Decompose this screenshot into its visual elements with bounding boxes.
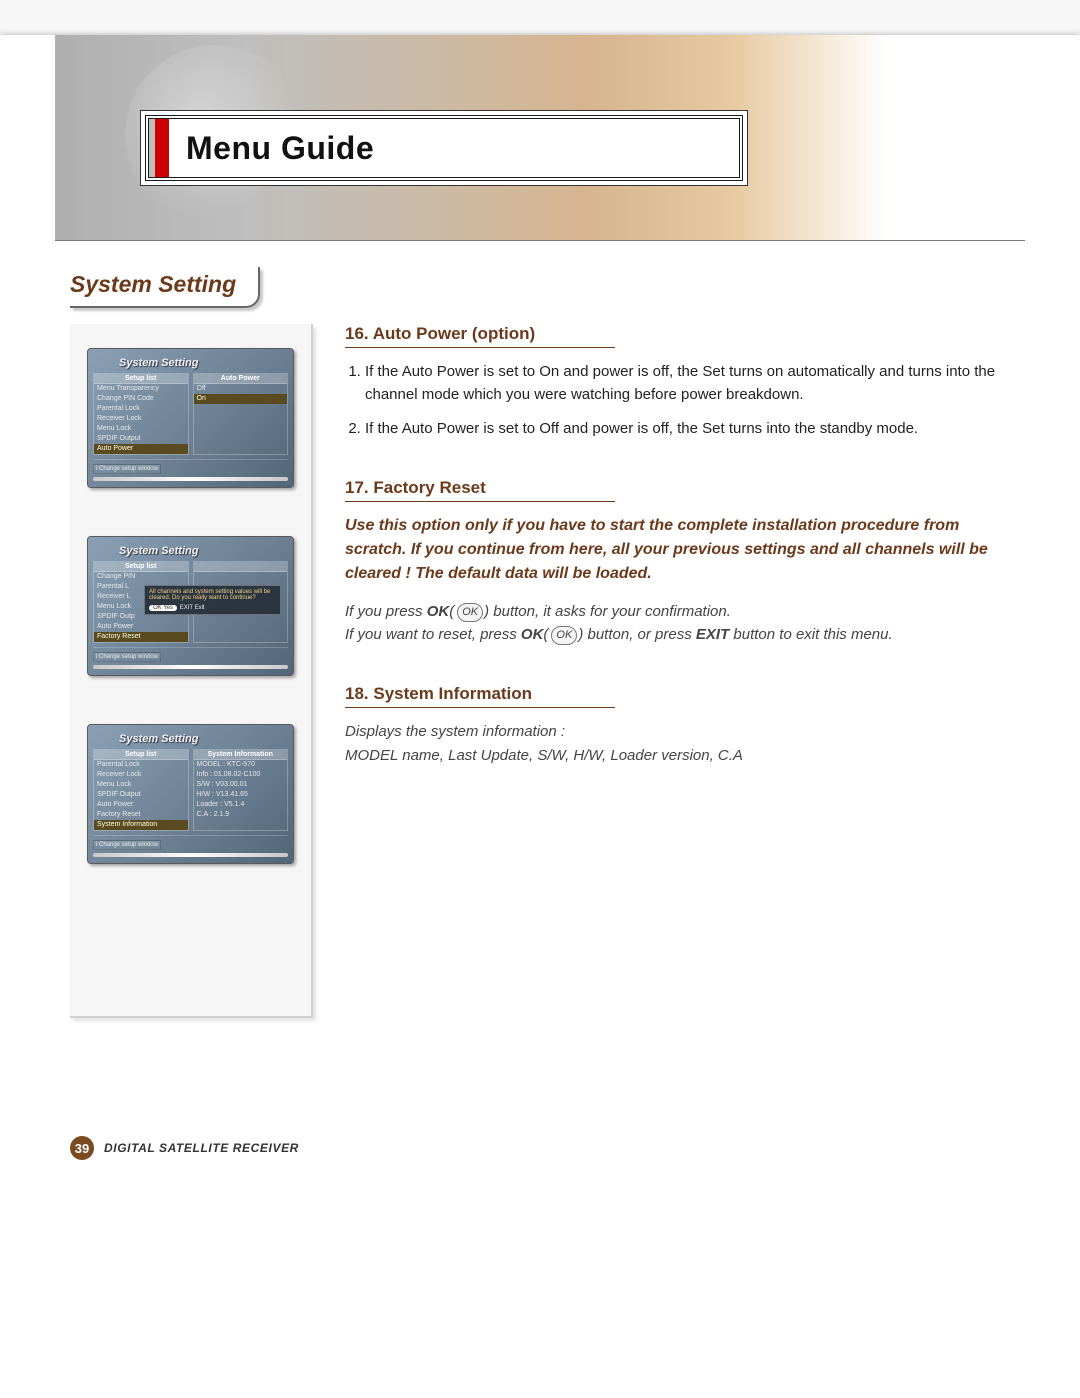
setup-list: Parental Lock Receiver Lock Menu Lock SP…: [94, 760, 188, 830]
confirm-dialog: All channels and system setting values w…: [144, 585, 281, 615]
topic-heading: 16. Auto Power (option): [345, 324, 615, 348]
footer-label: DIGITAL SATELLITE RECEIVER: [104, 1141, 299, 1155]
warning-text: Use this option only if you have to star…: [345, 514, 1010, 586]
text-column: 16. Auto Power (option) If the Auto Powe…: [345, 324, 1010, 805]
exit-pill: EXIT Exit: [180, 605, 205, 611]
content-area: System Setting System Setting Setup list…: [0, 241, 1080, 1058]
list-item: If the Auto Power is set to Off and powe…: [365, 417, 1010, 440]
chapter-title-box: Menu Guide: [145, 115, 743, 181]
section-heading: System Setting: [70, 267, 260, 308]
screenshot-autopower: System Setting Setup list Menu Transpare…: [87, 348, 294, 488]
top-banner: Menu Guide: [55, 35, 1025, 241]
ok-pill: OK Yes: [149, 605, 177, 611]
progress-bar: [93, 853, 288, 857]
hint-bar: i Change setup window: [93, 840, 161, 850]
topic-factory-reset: 17. Factory Reset Use this option only i…: [345, 478, 1010, 647]
screenshot-title: System Setting: [93, 355, 288, 373]
col-head: Auto Power: [194, 374, 288, 384]
instruction-list: If the Auto Power is set to On and power…: [349, 360, 1010, 440]
confirm-text: All channels and system setting values w…: [149, 589, 276, 601]
hint-bar: i Change setup window: [93, 464, 161, 474]
topic-heading: 17. Factory Reset: [345, 478, 615, 502]
progress-bar: [93, 665, 288, 669]
topic-heading: 18. System Information: [345, 684, 615, 708]
screenshot-system-info: System Setting Setup list Parental Lock …: [87, 724, 294, 864]
hint-bar: i Change setup window: [93, 652, 161, 662]
ok-icon: OK: [551, 626, 577, 645]
info-list: MODEL : KTC-570 Info : 01.08.02-C100 S/W…: [194, 760, 288, 820]
option-list: Off On: [194, 384, 288, 404]
ok-icon: OK: [457, 603, 483, 622]
col-head: Setup list: [94, 750, 188, 760]
info-body: Displays the system information : MODEL …: [345, 720, 1010, 767]
col-head: Setup list: [94, 374, 188, 384]
col-head: System Information: [194, 750, 288, 760]
two-column: System Setting Setup list Menu Transpare…: [70, 324, 1010, 1018]
page-number: 39: [70, 1136, 94, 1160]
topic-auto-power: 16. Auto Power (option) If the Auto Powe…: [345, 324, 1010, 440]
screenshot-column: System Setting Setup list Menu Transpare…: [70, 324, 313, 1018]
list-item: If the Auto Power is set to On and power…: [365, 360, 1010, 407]
page: Menu Guide System Setting System Setting…: [0, 35, 1080, 1398]
progress-bar: [93, 477, 288, 481]
screenshot-factory-reset: System Setting Setup list Change PIN Par…: [87, 536, 294, 676]
screenshot-title: System Setting: [93, 543, 288, 561]
note-text: If you press OK(OK) button, it asks for …: [345, 600, 1010, 647]
chapter-title: Menu Guide: [172, 130, 374, 167]
page-footer: 39 DIGITAL SATELLITE RECEIVER: [70, 1136, 299, 1160]
screenshot-title: System Setting: [93, 731, 288, 749]
topic-system-information: 18. System Information Displays the syst…: [345, 684, 1010, 767]
accent-bar: [149, 119, 172, 177]
setup-list: Menu Transparency Change PIN Code Parent…: [94, 384, 188, 454]
col-head: Setup list: [94, 562, 188, 572]
